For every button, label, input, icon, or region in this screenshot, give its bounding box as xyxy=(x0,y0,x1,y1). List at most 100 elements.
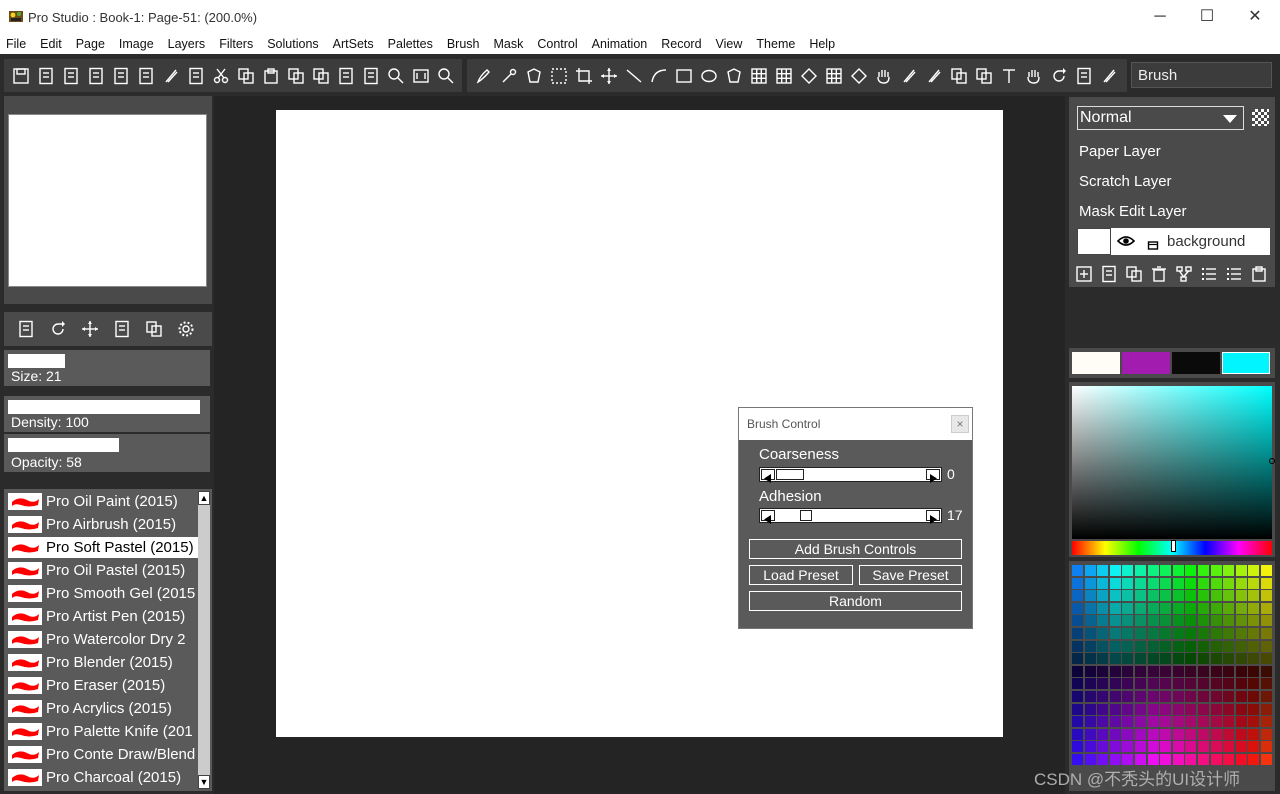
palette-color-cell[interactable] xyxy=(1072,590,1083,602)
refresh-icon[interactable] xyxy=(1048,65,1070,87)
palette-color-cell[interactable] xyxy=(1261,615,1272,627)
brush-item[interactable]: Pro Conte Draw/Blend xyxy=(8,744,198,765)
palette-color-cell[interactable] xyxy=(1185,640,1197,652)
palette-color-cell[interactable] xyxy=(1172,565,1184,576)
palette-color-cell[interactable] xyxy=(1160,653,1172,665)
palette-color-cell[interactable] xyxy=(1160,565,1172,576)
palette-color-cell[interactable] xyxy=(1248,678,1260,690)
palette-color-cell[interactable] xyxy=(1261,741,1272,753)
palette-color-cell[interactable] xyxy=(1147,565,1159,576)
palette-color-cell[interactable] xyxy=(1172,665,1184,677)
palette-color-cell[interactable] xyxy=(1072,754,1083,765)
palette-color-cell[interactable] xyxy=(1198,615,1209,627)
brush-item[interactable]: Pro Palette Knife (201 xyxy=(8,721,198,742)
palette-color-cell[interactable] xyxy=(1084,754,1096,765)
load-preset-button[interactable]: Load Preset xyxy=(749,565,853,585)
palette-color-cell[interactable] xyxy=(1097,590,1109,602)
menu-theme[interactable]: Theme xyxy=(756,37,795,51)
palette-color-cell[interactable] xyxy=(1248,628,1260,639)
palette-color-cell[interactable] xyxy=(1261,665,1272,677)
doc-icon[interactable] xyxy=(335,65,357,87)
palette-color-cell[interactable] xyxy=(1210,678,1222,690)
palette-color-cell[interactable] xyxy=(1084,602,1096,614)
palette-color-cell[interactable] xyxy=(1223,628,1235,639)
palette-color-cell[interactable] xyxy=(1109,653,1121,665)
palette-color-cell[interactable] xyxy=(1198,703,1209,715)
palette-color-cell[interactable] xyxy=(1172,615,1184,627)
palette-color-cell[interactable] xyxy=(1235,716,1247,728)
palette-color-cell[interactable] xyxy=(1097,653,1109,665)
palette-color-cell[interactable] xyxy=(1122,577,1134,589)
ellipse-icon[interactable] xyxy=(698,65,720,87)
palette-color-cell[interactable] xyxy=(1097,615,1109,627)
palette-color-cell[interactable] xyxy=(1235,728,1247,740)
gear-icon[interactable] xyxy=(175,318,197,340)
palette-color-cell[interactable] xyxy=(1122,640,1134,652)
menu-control[interactable]: Control xyxy=(537,37,577,51)
palette-color-cell[interactable] xyxy=(1261,703,1272,715)
coarseness-thumb[interactable] xyxy=(776,469,804,480)
adhesion-slider[interactable] xyxy=(759,508,942,524)
palette-color-cell[interactable] xyxy=(1147,716,1159,728)
palette-color-cell[interactable] xyxy=(1072,716,1083,728)
move-icon[interactable] xyxy=(598,65,620,87)
palette-color-cell[interactable] xyxy=(1198,602,1209,614)
palette-color-cell[interactable] xyxy=(1160,703,1172,715)
palette-color-cell[interactable] xyxy=(1109,665,1121,677)
adhesion-decrease-arrow[interactable] xyxy=(761,510,775,524)
palette-color-cell[interactable] xyxy=(1160,754,1172,765)
palette-color-cell[interactable] xyxy=(1210,602,1222,614)
palette-color-cell[interactable] xyxy=(1122,716,1134,728)
palette-color-cell[interactable] xyxy=(1097,628,1109,639)
palette-color-cell[interactable] xyxy=(1084,665,1096,677)
palette-color-cell[interactable] xyxy=(1223,741,1235,753)
palette-color-cell[interactable] xyxy=(1261,691,1272,702)
palette-color-cell[interactable] xyxy=(1235,565,1247,576)
palette-color-cell[interactable] xyxy=(1172,590,1184,602)
copy-icon[interactable] xyxy=(235,65,257,87)
menu-record[interactable]: Record xyxy=(661,37,701,51)
palette-color-cell[interactable] xyxy=(1084,703,1096,715)
scroll-up-button[interactable]: ▲ xyxy=(198,491,210,505)
palette-color-cell[interactable] xyxy=(1084,577,1096,589)
brush-item[interactable]: Pro Acrylics (2015) xyxy=(8,698,198,719)
palette-color-cell[interactable] xyxy=(1223,577,1235,589)
doc-icon[interactable] xyxy=(35,65,57,87)
layer-paper[interactable]: Paper Layer xyxy=(1079,143,1161,160)
navigator-preview[interactable] xyxy=(8,114,207,287)
layer-plus-icon[interactable] xyxy=(1075,265,1093,283)
palette-color-cell[interactable] xyxy=(1109,640,1121,652)
layer-background[interactable]: background xyxy=(1077,228,1270,255)
adhesion-thumb[interactable] xyxy=(799,510,812,521)
palette-color-cell[interactable] xyxy=(1198,678,1209,690)
palette-color-cell[interactable] xyxy=(1210,716,1222,728)
palette-color-cell[interactable] xyxy=(1248,653,1260,665)
eye-icon[interactable] xyxy=(1117,235,1135,247)
menu-layers[interactable]: Layers xyxy=(168,37,206,51)
palette-color-cell[interactable] xyxy=(1198,628,1209,639)
palette-color-cell[interactable] xyxy=(1084,628,1096,639)
layer-doc-icon[interactable] xyxy=(1100,265,1118,283)
palette-color-cell[interactable] xyxy=(1185,628,1197,639)
palette-color-cell[interactable] xyxy=(1147,640,1159,652)
palette-color-cell[interactable] xyxy=(1223,590,1235,602)
palette-color-cell[interactable] xyxy=(1109,754,1121,765)
palette-color-cell[interactable] xyxy=(1261,653,1272,665)
grid-icon[interactable] xyxy=(823,65,845,87)
menu-palettes[interactable]: Palettes xyxy=(388,37,433,51)
menu-help[interactable]: Help xyxy=(809,37,835,51)
palette-color-cell[interactable] xyxy=(1223,703,1235,715)
doc-icon[interactable] xyxy=(85,65,107,87)
palette-color-cell[interactable] xyxy=(1223,602,1235,614)
palette-color-cell[interactable] xyxy=(1147,615,1159,627)
palette-color-cell[interactable] xyxy=(1072,628,1083,639)
diamond-icon[interactable] xyxy=(848,65,870,87)
palette-color-cell[interactable] xyxy=(1248,691,1260,702)
palette-color-cell[interactable] xyxy=(1248,754,1260,765)
palette-color-cell[interactable] xyxy=(1109,678,1121,690)
palette-color-cell[interactable] xyxy=(1172,653,1184,665)
palette-color-cell[interactable] xyxy=(1198,691,1209,702)
hand-icon[interactable] xyxy=(1023,65,1045,87)
palette-color-cell[interactable] xyxy=(1210,728,1222,740)
palette-color-cell[interactable] xyxy=(1248,728,1260,740)
